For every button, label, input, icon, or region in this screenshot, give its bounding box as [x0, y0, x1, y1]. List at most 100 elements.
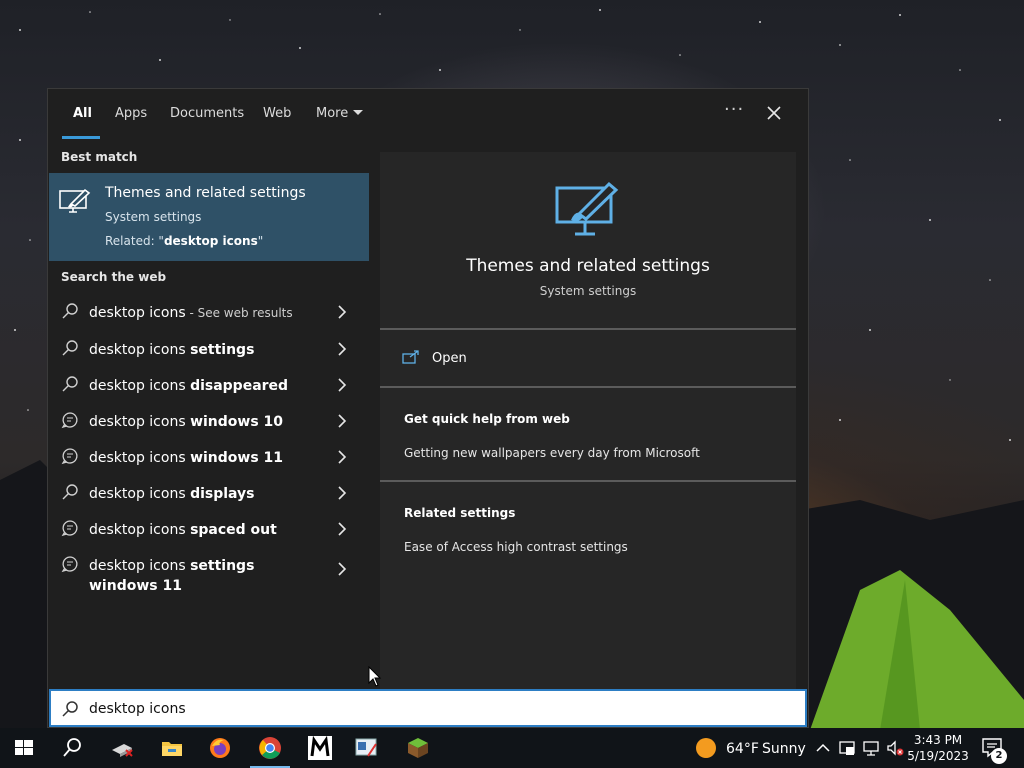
more-options-button[interactable]: ···: [724, 99, 744, 120]
taskbar-search-button[interactable]: [48, 728, 96, 768]
preview-subtitle: System settings: [539, 284, 637, 298]
search-box[interactable]: [49, 689, 807, 727]
taskbar-minecraft[interactable]: [394, 728, 442, 768]
divider: [380, 386, 796, 388]
start-search-panel: All Apps Documents Web More ··· Best mat…: [47, 88, 809, 728]
chevron-right-icon[interactable]: [337, 486, 347, 500]
tab-all[interactable]: All: [73, 106, 92, 121]
chevron-right-icon[interactable]: [337, 414, 347, 428]
best-match-result[interactable]: Themes and related settings System setti…: [49, 173, 369, 261]
taskbar-screen-tool[interactable]: [342, 728, 390, 768]
search-icon: [62, 701, 78, 717]
related-term: desktop icons: [163, 234, 258, 248]
suggestion-base: desktop icons: [89, 486, 191, 502]
divider: [380, 480, 796, 482]
search-icon: [62, 303, 78, 319]
personalization-icon: [59, 188, 91, 213]
taskbar: 64°F Sunny 3:43 PM 5/19/2023 2: [0, 728, 1024, 768]
web-suggestion-text: desktop icons disappeared: [89, 376, 319, 396]
chat-bubble-icon: [61, 556, 78, 573]
search-icon: [62, 376, 78, 392]
search-tabs: All Apps Documents Web More ···: [48, 89, 808, 139]
system-clock[interactable]: 3:43 PM 5/19/2023: [906, 732, 970, 764]
close-icon[interactable]: [764, 103, 784, 123]
weather-widget[interactable]: 64°F Sunny: [692, 738, 808, 760]
tab-documents[interactable]: Documents: [170, 106, 244, 121]
tab-more[interactable]: More: [316, 106, 364, 121]
suggestion-note: - See web results: [185, 306, 293, 320]
tab-web[interactable]: Web: [263, 106, 291, 121]
chevron-right-icon[interactable]: [337, 305, 347, 319]
tab-more-label: More: [316, 106, 349, 121]
chevron-up-icon[interactable]: [814, 739, 832, 757]
preview-pane: Themes and related settings System setti…: [380, 152, 796, 690]
chevron-right-icon[interactable]: [337, 378, 347, 392]
web-suggestion-text: desktop icons windows 11: [89, 448, 319, 468]
open-action[interactable]: Open: [380, 330, 796, 386]
chat-bubble-icon: [61, 448, 78, 465]
security-icon[interactable]: [838, 739, 856, 757]
web-suggestion-item[interactable]: desktop icons windows 10: [49, 402, 369, 438]
web-suggestion-item[interactable]: desktop icons spaced out: [49, 510, 369, 546]
start-button[interactable]: [0, 728, 48, 768]
web-suggestion-item[interactable]: desktop icons settings: [49, 330, 369, 366]
open-window-icon: [402, 350, 419, 364]
suggestion-base: desktop icons: [89, 558, 191, 574]
web-suggestion-text: desktop icons - See web results: [89, 303, 319, 323]
best-match-title: Themes and related settings: [105, 185, 306, 201]
suggestion-suffix: windows 10: [190, 414, 284, 430]
related-settings-link[interactable]: Ease of Access high contrast settings: [404, 540, 628, 554]
notification-count-badge: 2: [991, 748, 1007, 764]
best-match-heading: Best match: [61, 150, 138, 164]
web-suggestion-item[interactable]: desktop icons settings windows 11: [49, 546, 369, 594]
chevron-right-icon[interactable]: [337, 562, 347, 576]
taskbar-file-explorer[interactable]: [148, 728, 196, 768]
web-suggestion-item[interactable]: desktop icons windows 11: [49, 438, 369, 474]
taskbar-firefox[interactable]: [196, 728, 244, 768]
mouse-cursor-icon: [368, 666, 382, 687]
search-icon: [62, 484, 78, 500]
web-suggestion-item[interactable]: desktop icons - See web results: [49, 293, 369, 329]
tab-apps[interactable]: Apps: [115, 106, 147, 121]
weather-condition: Sunny: [762, 741, 806, 757]
search-web-heading: Search the web: [61, 270, 167, 284]
quick-help-link[interactable]: Getting new wallpapers every day from Mi…: [404, 446, 700, 460]
suggestion-base: desktop icons: [89, 342, 191, 358]
open-label: Open: [432, 351, 467, 366]
suggestion-suffix: settings: [190, 342, 255, 358]
m-app-icon: [308, 736, 332, 760]
network-icon[interactable]: [862, 739, 880, 757]
screen-tool-icon: [355, 738, 377, 757]
related-settings-heading: Related settings: [404, 506, 516, 520]
related-prefix: Related: ": [105, 234, 164, 248]
web-suggestion-item[interactable]: desktop icons displays: [49, 474, 369, 510]
chevron-right-icon[interactable]: [337, 342, 347, 356]
search-input[interactable]: [89, 698, 689, 720]
minecraft-icon: [408, 738, 428, 758]
suggestion-suffix: disappeared: [190, 378, 289, 394]
search-icon: [63, 738, 81, 757]
suggestion-base: desktop icons: [89, 378, 191, 394]
weather-temperature: 64°F: [726, 741, 759, 757]
clock-time: 3:43 PM: [913, 733, 963, 747]
taskbar-chrome[interactable]: [246, 728, 294, 768]
suggestion-base: desktop icons: [89, 414, 191, 430]
best-match-related: Related: "desktop icons": [105, 234, 263, 248]
chat-bubble-icon: [61, 412, 78, 429]
web-suggestion-text: desktop icons spaced out: [89, 520, 319, 540]
search-icon: [62, 340, 78, 356]
suggestion-base: desktop icons: [89, 522, 191, 538]
suggestion-base: desktop icons: [89, 450, 191, 466]
web-suggestion-item[interactable]: desktop icons disappeared: [49, 366, 369, 402]
quick-help-heading: Get quick help from web: [404, 412, 570, 426]
taskbar-app-1[interactable]: [98, 728, 146, 768]
suggestion-base: desktop icons: [89, 305, 186, 321]
chrome-icon: [259, 737, 281, 759]
personalization-icon: [555, 181, 619, 236]
chevron-right-icon[interactable]: [337, 522, 347, 536]
taskbar-m-app[interactable]: [296, 728, 344, 768]
web-suggestion-text: desktop icons settings windows 11: [89, 556, 319, 596]
chevron-right-icon[interactable]: [337, 450, 347, 464]
best-match-subtitle: System settings: [105, 210, 202, 224]
volume-muted-icon[interactable]: [886, 739, 904, 757]
